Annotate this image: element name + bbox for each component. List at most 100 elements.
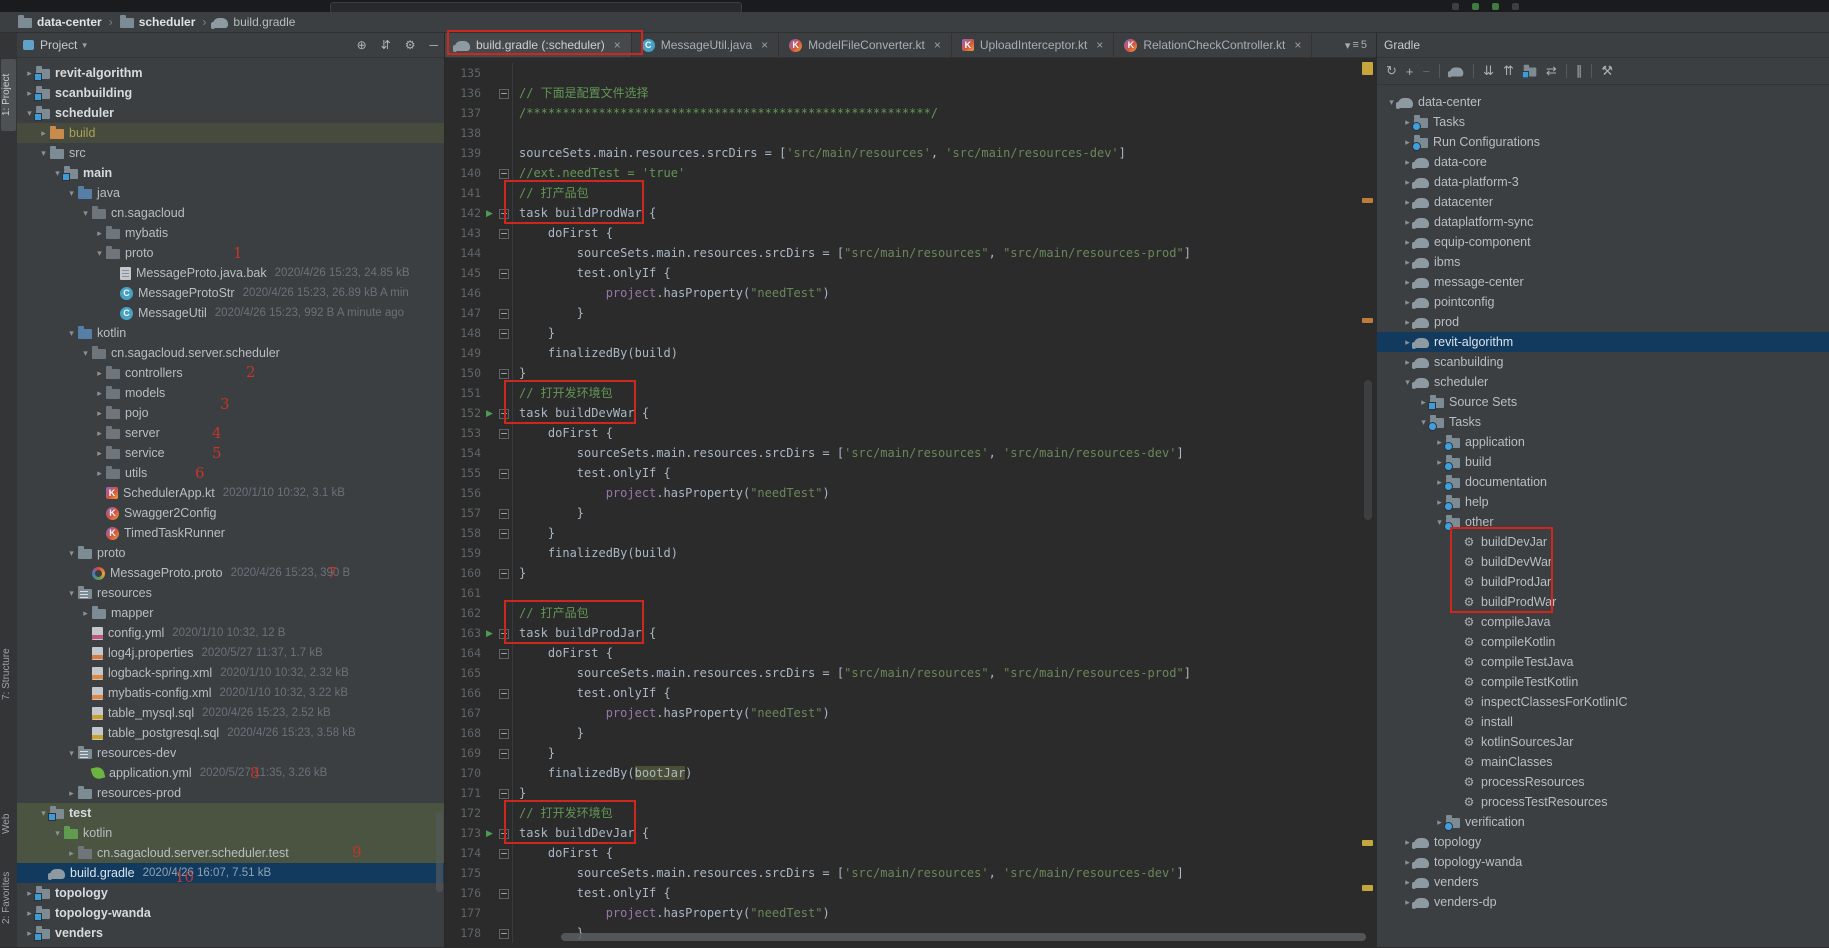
gradle-tree-row[interactable]: ▸dataplatform-sync [1377, 212, 1829, 232]
gradle-tree-row[interactable]: ▾Tasks [1377, 412, 1829, 432]
project-tree-row[interactable]: table_postgresql.sql2020/4/26 15:23, 3.5… [17, 723, 444, 743]
editor-tab[interactable]: KRelationCheckController.kt× [1114, 33, 1312, 57]
project-tree-row[interactable]: ▸topology-wanda [17, 903, 444, 923]
editor-tab[interactable]: build.gradle (:scheduler)× [445, 33, 632, 57]
chevron-collapsed-icon[interactable]: ▸ [93, 368, 106, 379]
run-task-icon[interactable]: ▶ [486, 203, 493, 223]
project-tree-row[interactable]: ▾proto [17, 543, 444, 563]
fold-marker-icon[interactable] [499, 509, 509, 519]
gradle-tree-row[interactable]: ⚙processTestResources [1377, 792, 1829, 812]
gradle-tree-row[interactable]: ⚙mainClasses [1377, 752, 1829, 772]
editor-tab[interactable]: KModelFileConverter.kt× [779, 33, 952, 57]
gradle-icon[interactable] [1450, 68, 1464, 77]
stripe-item-favorites[interactable]: 2: Favorites [1, 851, 16, 945]
gradle-tree-row[interactable]: ⚙compileKotlin [1377, 632, 1829, 652]
project-tree-row[interactable]: CMessageProtoStr2020/4/26 15:23, 26.89 k… [17, 283, 444, 303]
gradle-tree-row[interactable]: ▸Tasks [1377, 112, 1829, 132]
run-icon[interactable] [1472, 3, 1479, 10]
refresh-icon[interactable]: ↻ [1386, 63, 1397, 79]
fold-marker-icon[interactable] [499, 169, 509, 179]
fold-marker-icon[interactable] [499, 369, 509, 379]
chevron-expanded-icon[interactable]: ▾ [65, 588, 78, 599]
project-tree-row[interactable]: ▸revit-algorithm [17, 63, 444, 83]
project-tree-row[interactable]: ▸mapper [17, 603, 444, 623]
project-tree-row[interactable]: ▾cn.sagacloud.server.scheduler [17, 343, 444, 363]
chevron-collapsed-icon[interactable]: ▸ [79, 608, 92, 619]
gradle-tree-row[interactable]: ⚙buildDevWar [1377, 552, 1829, 572]
chevron-expanded-icon[interactable]: ▾ [79, 348, 92, 359]
breadcrumb-item[interactable]: data-center [18, 15, 102, 29]
fold-marker-icon[interactable] [499, 529, 509, 539]
toolbar-icon[interactable] [1452, 3, 1459, 10]
close-icon[interactable]: × [614, 38, 621, 52]
project-tree-row[interactable]: ▾test [17, 803, 444, 823]
gradle-tree-row[interactable]: ▸documentation [1377, 472, 1829, 492]
project-tree-row[interactable]: ▾kotlin [17, 323, 444, 343]
locate-icon[interactable]: ⊕ [357, 38, 367, 52]
fold-marker-icon[interactable] [499, 89, 509, 99]
project-tree-row[interactable]: ▸topology [17, 883, 444, 903]
project-tree-row[interactable]: KSwagger2Config [17, 503, 444, 523]
project-tree-row[interactable]: ▸service [17, 443, 444, 463]
project-tree-row[interactable]: ▾kotlin [17, 823, 444, 843]
project-tree-row[interactable]: ▾src [17, 143, 444, 163]
project-tree-row[interactable]: ▸cn.sagacloud.server.scheduler.test [17, 843, 444, 863]
gradle-tree-row[interactable]: ▾scheduler [1377, 372, 1829, 392]
gradle-tree-row[interactable]: ▸help [1377, 492, 1829, 512]
project-tree-row[interactable]: ▾proto [17, 243, 444, 263]
fold-marker-icon[interactable] [499, 749, 509, 759]
gradle-tree-row[interactable]: ⚙buildProdWar [1377, 592, 1829, 612]
project-tree-row[interactable]: ▸models [17, 383, 444, 403]
editor-tab[interactable]: CMessageUtil.java× [632, 33, 779, 57]
chevron-expanded-icon[interactable]: ▾ [51, 828, 64, 839]
offline-toggle-icon[interactable]: ∥ [1576, 63, 1583, 79]
project-scrollbar[interactable] [436, 812, 443, 892]
gradle-tree-row[interactable]: ▸venders-dp [1377, 892, 1829, 912]
fold-marker-icon[interactable] [499, 929, 509, 939]
project-tree-row[interactable]: ▸server [17, 423, 444, 443]
project-tree-row[interactable]: build.gradle2020/4/26 16:07, 7.51 kB [17, 863, 444, 883]
expand-all-icon[interactable]: ⇊ [1483, 63, 1494, 79]
hide-icon[interactable]: ─ [429, 38, 438, 52]
collapse-all-icon[interactable]: ⇈ [1503, 63, 1514, 79]
project-tree-row[interactable]: CMessageUtil2020/4/26 15:23, 992 B A min… [17, 303, 444, 323]
settings-icon[interactable]: ⚙ [405, 38, 416, 52]
chevron-collapsed-icon[interactable]: ▸ [93, 428, 106, 439]
gradle-tree-row[interactable]: ▸datacenter [1377, 192, 1829, 212]
gradle-tree-row[interactable]: ▸Run Configurations [1377, 132, 1829, 152]
gradle-tree-row[interactable]: ⚙buildDevJar [1377, 532, 1829, 552]
run-task-icon[interactable]: ▶ [486, 623, 493, 643]
dependencies-icon[interactable]: ⇄ [1546, 63, 1557, 79]
project-tree-row[interactable]: table_mysql.sql2020/4/26 15:23, 2.52 kB [17, 703, 444, 723]
project-tree-row[interactable]: ▾java [17, 183, 444, 203]
gradle-tree-row[interactable]: ▸topology [1377, 832, 1829, 852]
gradle-tree-row[interactable]: ▸build [1377, 452, 1829, 472]
project-tree-row[interactable]: ▾resources-dev [17, 743, 444, 763]
gradle-tree-row[interactable]: ▸revit-algorithm [1377, 332, 1829, 352]
breadcrumb-item[interactable]: scheduler [120, 15, 196, 29]
gradle-tree-row[interactable]: ▸prod [1377, 312, 1829, 332]
project-tree-row[interactable]: ▾cn.sagacloud [17, 203, 444, 223]
chevron-collapsed-icon[interactable]: ▸ [93, 448, 106, 459]
project-tree-row[interactable]: ▸resources-prod [17, 783, 444, 803]
gradle-tree-row[interactable]: ⚙inspectClassesForKotlinIC [1377, 692, 1829, 712]
project-tree-row[interactable]: logback-spring.xml2020/1/10 10:32, 2.32 … [17, 663, 444, 683]
chevron-expanded-icon[interactable]: ▾ [65, 548, 78, 559]
group-modules-icon[interactable] [1524, 67, 1537, 76]
fold-marker-icon[interactable] [499, 309, 509, 319]
stripe-item-web[interactable]: Web [1, 801, 16, 847]
project-tree-row[interactable]: ▸mybatis [17, 223, 444, 243]
fold-marker-icon[interactable] [499, 829, 509, 839]
gradle-tree-row[interactable]: ▾other [1377, 512, 1829, 532]
debug-icon[interactable] [1492, 3, 1499, 10]
gradle-tree-row[interactable]: ▸scanbuilding [1377, 352, 1829, 372]
gradle-tree-row[interactable]: ⚙kotlinSourcesJar [1377, 732, 1829, 752]
vertical-scrollbar[interactable] [1364, 380, 1372, 520]
project-tree-row[interactable]: ▸venders [17, 923, 444, 943]
project-tree-row[interactable]: ▸build [17, 123, 444, 143]
gradle-tree-row[interactable]: ▸ibms [1377, 252, 1829, 272]
chevron-collapsed-icon[interactable]: ▸ [93, 228, 106, 239]
chevron-expanded-icon[interactable]: ▾ [65, 748, 78, 759]
project-tree-row[interactable]: ▸utils [17, 463, 444, 483]
remove-icon[interactable]: − [1423, 64, 1431, 79]
